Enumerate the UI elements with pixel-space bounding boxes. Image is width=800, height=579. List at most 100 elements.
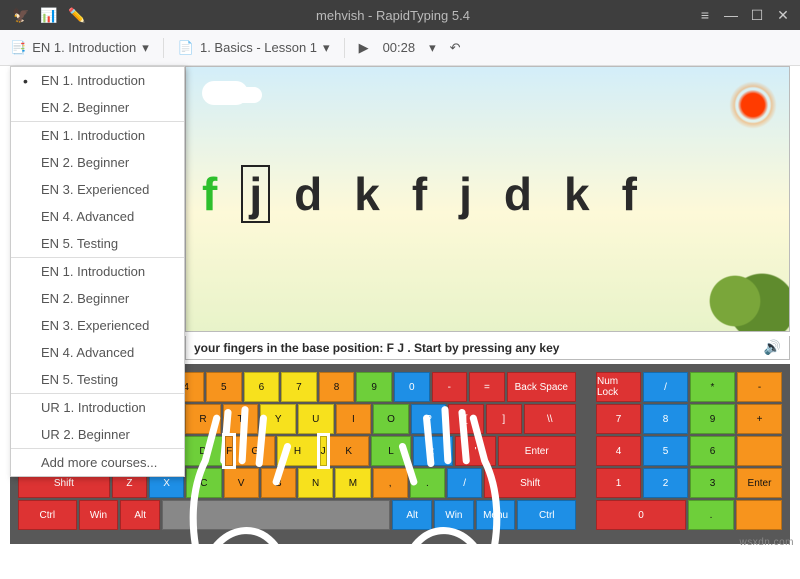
key[interactable]: 9 [690, 404, 735, 434]
key[interactable]: Num Lock [596, 372, 641, 402]
close-icon[interactable]: ✕ [772, 4, 794, 26]
app-icon[interactable]: 🦅 [10, 4, 32, 26]
key[interactable]: 5 [206, 372, 242, 402]
key[interactable]: C [186, 468, 221, 498]
key[interactable]: [ [448, 404, 484, 434]
dropdown-item[interactable]: EN 4. Advanced [11, 339, 184, 366]
key[interactable]: 6 [690, 436, 735, 466]
typing-char: k [354, 167, 380, 221]
key[interactable] [737, 436, 782, 466]
key[interactable]: R [185, 404, 221, 434]
dropdown-item[interactable]: EN 2. Beginner [11, 94, 184, 121]
key[interactable]: = [469, 372, 505, 402]
key[interactable]: O [373, 404, 409, 434]
dropdown-item[interactable]: EN 3. Experienced [11, 176, 184, 203]
key[interactable]: L [371, 436, 411, 466]
key[interactable]: V [224, 468, 259, 498]
undo-button[interactable]: ↶ [450, 40, 461, 56]
key[interactable]: . [410, 468, 445, 498]
key[interactable]: 8 [319, 372, 355, 402]
key-row: 789+ [596, 404, 782, 434]
menu-icon[interactable]: ≡ [694, 4, 716, 26]
key[interactable]: ' [455, 436, 495, 466]
key[interactable]: J [320, 436, 327, 466]
key[interactable]: 4 [596, 436, 641, 466]
key[interactable]: I [336, 404, 372, 434]
lesson-selector[interactable]: 📄 1. Basics - Lesson 1 ▾ [178, 40, 330, 56]
key[interactable]: 3 [690, 468, 735, 498]
key[interactable]: . [688, 500, 734, 530]
key[interactable]: P [411, 404, 447, 434]
key[interactable]: 0 [596, 500, 686, 530]
course-selector[interactable]: 📑 EN 1. Introduction ▾ [10, 40, 149, 56]
key[interactable]: Enter [498, 436, 576, 466]
dropdown-item[interactable]: EN 1. Introduction [11, 258, 184, 285]
key[interactable]: F [225, 436, 233, 466]
dropdown-item[interactable]: EN 4. Advanced [11, 203, 184, 230]
key[interactable]: B [261, 468, 296, 498]
dropdown-item[interactable]: EN 1. Introduction [11, 67, 184, 94]
key[interactable]: + [737, 404, 782, 434]
key[interactable]: 7 [596, 404, 641, 434]
key[interactable]: 9 [356, 372, 392, 402]
dropdown-item[interactable]: EN 3. Experienced [11, 312, 184, 339]
key[interactable] [162, 500, 390, 530]
key[interactable]: Shift [484, 468, 576, 498]
key[interactable]: H [277, 436, 317, 466]
key-row: 123Enter [596, 468, 782, 498]
typing-area: fjdkfjdkf [185, 66, 790, 332]
key[interactable]: D [183, 436, 223, 466]
key[interactable] [736, 500, 782, 530]
key[interactable]: - [432, 372, 468, 402]
dropdown-item[interactable]: EN 2. Beginner [11, 149, 184, 176]
minimize-icon[interactable]: — [720, 4, 742, 26]
key[interactable]: Win [79, 500, 119, 530]
key[interactable]: K [329, 436, 369, 466]
key[interactable]: G [235, 436, 275, 466]
speaker-icon[interactable]: 🔊 [764, 339, 781, 356]
typing-char: f [622, 167, 637, 221]
key[interactable]: / [643, 372, 688, 402]
key[interactable]: 0 [394, 372, 430, 402]
key[interactable]: N [298, 468, 333, 498]
key[interactable]: U [298, 404, 334, 434]
maximize-icon[interactable]: ☐ [746, 4, 768, 26]
key[interactable]: 2 [643, 468, 688, 498]
stats-icon[interactable]: 📊 [38, 4, 60, 26]
key[interactable]: Ctrl [517, 500, 576, 530]
key[interactable]: - [737, 372, 782, 402]
key[interactable]: , [373, 468, 408, 498]
key[interactable]: Alt [120, 500, 160, 530]
dropdown-item[interactable]: EN 5. Testing [11, 230, 184, 257]
key[interactable]: * [690, 372, 735, 402]
cloud-decoration [202, 81, 248, 105]
key[interactable]: / [447, 468, 482, 498]
key[interactable]: 8 [643, 404, 688, 434]
key[interactable]: Win [434, 500, 474, 530]
key[interactable]: ] [486, 404, 522, 434]
key[interactable]: ; [413, 436, 453, 466]
edit-icon[interactable]: ✏️ [66, 4, 88, 26]
key[interactable]: 5 [643, 436, 688, 466]
char-row: fjdkfjdkf [186, 167, 789, 221]
dropdown-item[interactable]: Add more courses... [11, 449, 184, 476]
key[interactable]: T [223, 404, 259, 434]
key[interactable]: Back Space [507, 372, 576, 402]
key[interactable]: Enter [737, 468, 782, 498]
key[interactable]: Alt [392, 500, 432, 530]
dropdown-item[interactable]: EN 5. Testing [11, 366, 184, 393]
key[interactable]: M [335, 468, 370, 498]
key[interactable]: Y [260, 404, 296, 434]
key[interactable]: \\ [524, 404, 576, 434]
course-dropdown: EN 1. IntroductionEN 2. BeginnerEN 1. In… [10, 66, 185, 477]
key[interactable]: 6 [244, 372, 280, 402]
key[interactable]: Ctrl [18, 500, 77, 530]
key[interactable]: 1 [596, 468, 641, 498]
key[interactable]: 7 [281, 372, 317, 402]
dropdown-item[interactable]: EN 1. Introduction [11, 122, 184, 149]
dropdown-item[interactable]: UR 1. Introduction [11, 394, 184, 421]
play-button[interactable]: ▶ [359, 40, 369, 56]
dropdown-item[interactable]: UR 2. Beginner [11, 421, 184, 448]
key[interactable]: Menu [476, 500, 516, 530]
dropdown-item[interactable]: EN 2. Beginner [11, 285, 184, 312]
